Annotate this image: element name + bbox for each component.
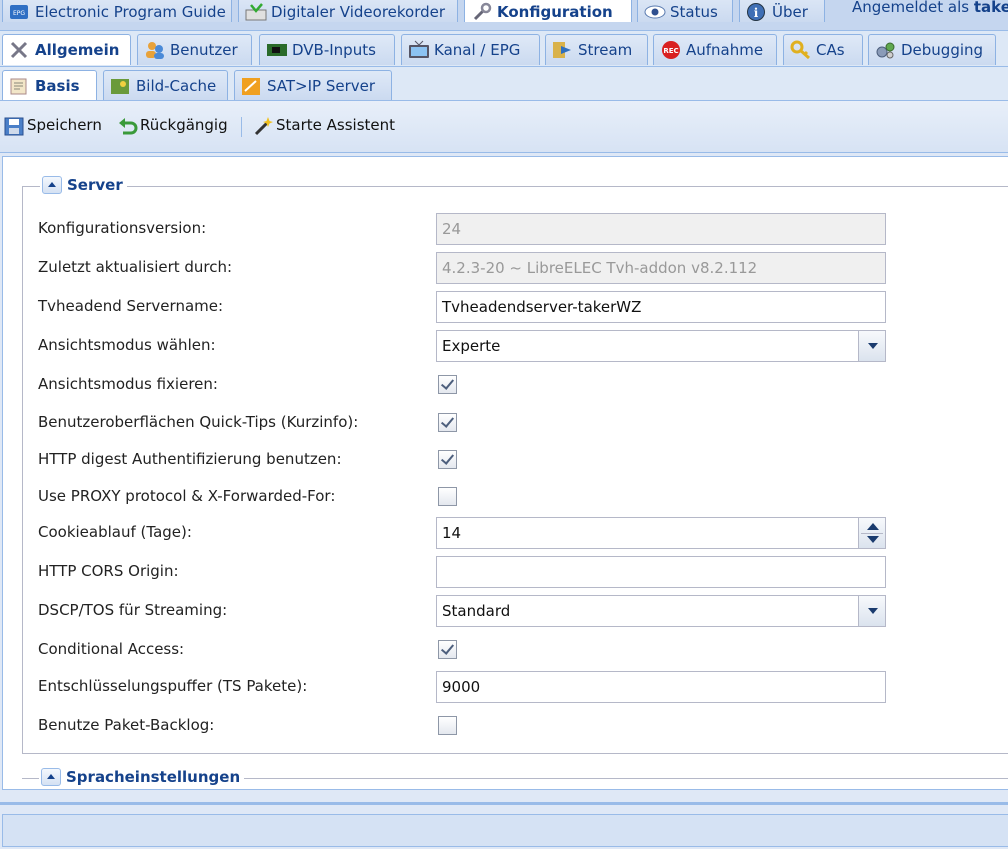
conditional-access-checkbox[interactable]	[438, 640, 457, 659]
tab-allgemein[interactable]: Allgemein	[2, 34, 131, 65]
tv-icon	[408, 40, 429, 60]
main-tab-bar: EPG Electronic Program Guide Digitaler V…	[0, 0, 1008, 31]
svg-text:REC: REC	[663, 47, 678, 55]
epg-icon: EPG	[9, 2, 29, 22]
undo-icon	[117, 115, 138, 135]
users-icon	[144, 40, 164, 60]
tab-benutzer[interactable]: Benutzer	[137, 34, 252, 65]
server-name-input[interactable]: Tvheadendserver-takerWZ	[436, 291, 886, 323]
image-cache-icon	[110, 76, 130, 96]
toolbar-separator	[241, 117, 242, 137]
tab-epg[interactable]: EPG Electronic Program Guide	[2, 0, 232, 22]
wrench-icon	[471, 2, 492, 22]
row-last-updated: Zuletzt aktualisiert durch: 4.2.3-20 ~ L…	[38, 252, 998, 284]
server-legend: Server	[40, 176, 127, 194]
sub-tab-bar: Basis Bild-Cache SAT>IP Server	[0, 67, 1008, 101]
settings-panel: Server Konfigurationsversion: 24 Zuletzt…	[2, 156, 1008, 790]
http-digest-checkbox[interactable]	[438, 450, 457, 469]
panel-bottom-divider	[0, 802, 1008, 805]
save-icon	[4, 115, 24, 136]
chevron-down-icon[interactable]	[858, 595, 886, 627]
logged-in-user: taker	[973, 0, 1008, 16]
language-legend: Spracheinstellungen	[39, 768, 245, 786]
language-fieldset: Spracheinstellungen	[22, 768, 1008, 789]
gears-icon	[875, 40, 895, 60]
wizard-button[interactable]: Starte Assistent	[253, 115, 395, 136]
tab-debugging[interactable]: Debugging	[868, 34, 996, 65]
proxy-protocol-checkbox[interactable]	[438, 487, 457, 506]
svg-text:i: i	[754, 6, 759, 20]
toolbar: Speichern Rückgängig Starte Assistent	[0, 101, 1008, 153]
row-cors-origin: HTTP CORS Origin:	[38, 556, 998, 588]
tab-aufnahme[interactable]: REC Aufnahme	[653, 34, 777, 65]
stream-icon	[552, 40, 572, 60]
spinner-icon[interactable]	[858, 517, 886, 549]
tab-ueber[interactable]: i Über	[739, 0, 825, 22]
view-mode-value: Experte	[442, 337, 501, 355]
dvr-icon	[245, 2, 267, 22]
logged-in-prefix: Angemeldet als	[852, 0, 974, 16]
tab-stream[interactable]: Stream	[545, 34, 648, 65]
tools-icon	[9, 40, 29, 60]
row-conditional-access: Conditional Access:	[38, 634, 998, 666]
tab-satip-server[interactable]: SAT>IP Server	[234, 70, 392, 100]
row-descrambler-buffer: Entschlüsselungspuffer (TS Pakete): 9000	[38, 671, 998, 703]
language-title: Spracheinstellungen	[66, 768, 241, 786]
view-mode-fixed-checkbox[interactable]	[438, 375, 457, 394]
cors-origin-input[interactable]	[436, 556, 886, 588]
tab-status[interactable]: Status	[637, 0, 733, 22]
row-config-version: Konfigurationsversion: 24	[38, 213, 998, 245]
row-view-mode-fixed: Ansichtsmodus fixieren:	[38, 369, 998, 401]
svg-text:EPG: EPG	[13, 10, 25, 17]
row-cookie-expiry: Cookieablauf (Tage): 14	[38, 517, 998, 549]
server-title: Server	[67, 176, 123, 194]
row-packet-backlog: Benutze Paket-Backlog:	[38, 710, 998, 742]
server-collapse-icon[interactable]	[42, 176, 62, 194]
row-quick-tips: Benutzeroberflächen Quick-Tips (Kurzinfo…	[38, 407, 998, 439]
logged-in-info: Angemeldet als taker	[852, 0, 1008, 16]
dscp-tos-select[interactable]: Standard	[436, 595, 886, 627]
last-updated-field: 4.2.3-20 ~ LibreELEC Tvh-addon v8.2.112	[436, 252, 886, 284]
cookie-expiry-value: 14	[442, 524, 462, 542]
tab-kanal-epg[interactable]: Kanal / EPG	[401, 34, 540, 65]
basis-icon	[9, 76, 29, 96]
tab-basis[interactable]: Basis	[2, 70, 97, 100]
tab-dvb-inputs[interactable]: DVB-Inputs	[259, 34, 395, 65]
dvb-card-icon	[266, 40, 287, 60]
save-button[interactable]: Speichern	[4, 115, 102, 136]
row-dscp-tos: DSCP/TOS für Streaming: Standard	[38, 595, 998, 627]
quick-tips-checkbox[interactable]	[438, 413, 457, 432]
tab-bild-cache[interactable]: Bild-Cache	[103, 70, 228, 100]
tab-konfiguration[interactable]: Konfiguration	[464, 0, 632, 22]
eye-icon	[644, 2, 666, 22]
cookie-expiry-stepper[interactable]: 14	[436, 517, 886, 549]
status-bar	[2, 814, 1008, 847]
packet-backlog-checkbox[interactable]	[438, 716, 457, 735]
row-proxy-protocol: Use PROXY protocol & X-Forwarded-For:	[38, 481, 998, 513]
language-collapse-icon[interactable]	[41, 768, 61, 786]
server-fieldset: Server Konfigurationsversion: 24 Zuletzt…	[22, 176, 1008, 754]
row-view-mode: Ansichtsmodus wählen: Experte	[38, 330, 998, 362]
descrambler-buffer-input[interactable]: 9000	[436, 671, 886, 703]
tab-cas[interactable]: CAs	[783, 34, 863, 65]
tab-dvr[interactable]: Digitaler Videorekorder	[238, 0, 458, 22]
dscp-tos-value: Standard	[442, 602, 511, 620]
row-http-digest: HTTP digest Authentifizierung benutzen:	[38, 444, 998, 476]
undo-button[interactable]: Rückgängig	[117, 115, 228, 135]
rec-icon: REC	[660, 40, 680, 60]
view-mode-select[interactable]: Experte	[436, 330, 886, 362]
satip-icon	[241, 76, 261, 96]
chevron-down-icon[interactable]	[858, 330, 886, 362]
config-tab-bar: Allgemein Benutzer DVB-Inputs Kanal / EP…	[0, 31, 1008, 67]
info-icon: i	[746, 2, 766, 22]
key-icon	[790, 40, 810, 60]
row-server-name: Tvheadend Servername: Tvheadendserver-ta…	[38, 291, 998, 323]
config-version-field: 24	[436, 213, 886, 245]
wand-icon	[253, 115, 273, 136]
